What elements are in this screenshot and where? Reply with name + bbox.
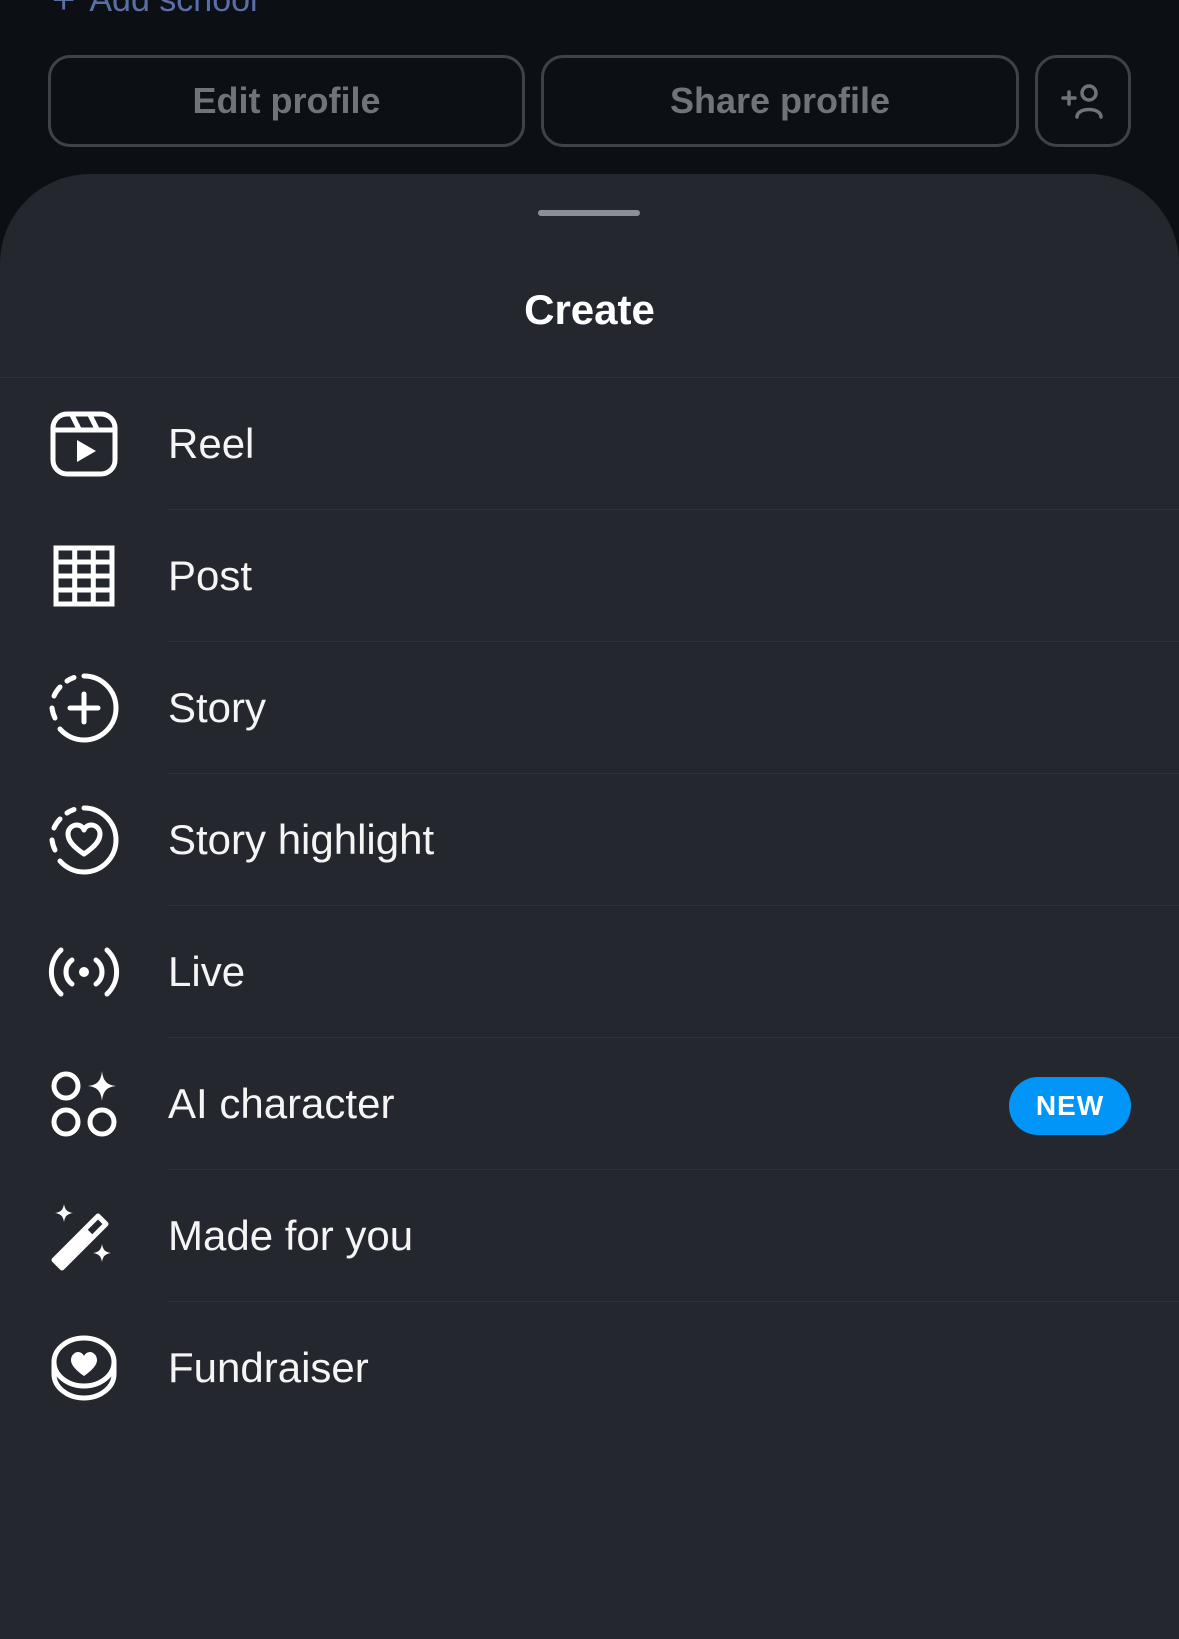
- menu-item-story[interactable]: Story: [0, 642, 1179, 774]
- menu-item-post[interactable]: Post: [0, 510, 1179, 642]
- highlight-heart-icon: [48, 804, 120, 876]
- share-profile-button[interactable]: Share profile: [541, 55, 1019, 147]
- menu-label-post: Post: [168, 552, 253, 599]
- fundraiser-coin-icon: [48, 1332, 120, 1404]
- menu-item-fundraiser[interactable]: Fundraiser: [0, 1302, 1179, 1434]
- plus-icon: +: [52, 0, 76, 22]
- create-menu: Reel Post Story Story highlight Live AI …: [0, 378, 1179, 1434]
- add-school-label: Add school: [89, 0, 257, 20]
- menu-label-ai-character: AI character: [168, 1080, 395, 1127]
- menu-item-story-highlight[interactable]: Story highlight: [0, 774, 1179, 906]
- profile-header: + Add school Edit profile Share profile: [0, 0, 1179, 200]
- add-school-link[interactable]: + Add school: [52, 0, 258, 20]
- story-plus-icon: [48, 672, 120, 744]
- menu-item-reel[interactable]: Reel: [0, 378, 1179, 510]
- edit-profile-button[interactable]: Edit profile: [48, 55, 525, 147]
- add-user-icon: [1061, 84, 1103, 119]
- create-bottom-sheet: Create Reel Post Story Story highlight L…: [0, 174, 1179, 1639]
- live-broadcast-icon: [48, 936, 120, 1008]
- magic-wand-icon: [48, 1200, 120, 1272]
- menu-item-live[interactable]: Live: [0, 906, 1179, 1038]
- menu-label-reel: Reel: [168, 420, 255, 467]
- new-badge: NEW: [1009, 1077, 1131, 1135]
- menu-label-fundraiser: Fundraiser: [168, 1344, 369, 1391]
- menu-item-made-for-you[interactable]: Made for you: [0, 1170, 1179, 1302]
- sheet-title: Create: [524, 286, 655, 333]
- grid-icon: [48, 540, 120, 612]
- add-user-button[interactable]: [1035, 55, 1131, 147]
- menu-label-story: Story: [168, 684, 267, 731]
- ai-sparkle-icon: [48, 1068, 120, 1140]
- menu-item-ai-character[interactable]: AI character NEW: [0, 1038, 1179, 1170]
- menu-label-live: Live: [168, 948, 246, 995]
- reel-icon: [48, 408, 120, 480]
- menu-label-story-highlight: Story highlight: [168, 816, 435, 863]
- menu-label-made-for-you: Made for you: [168, 1212, 414, 1259]
- sheet-grabber[interactable]: [538, 210, 640, 216]
